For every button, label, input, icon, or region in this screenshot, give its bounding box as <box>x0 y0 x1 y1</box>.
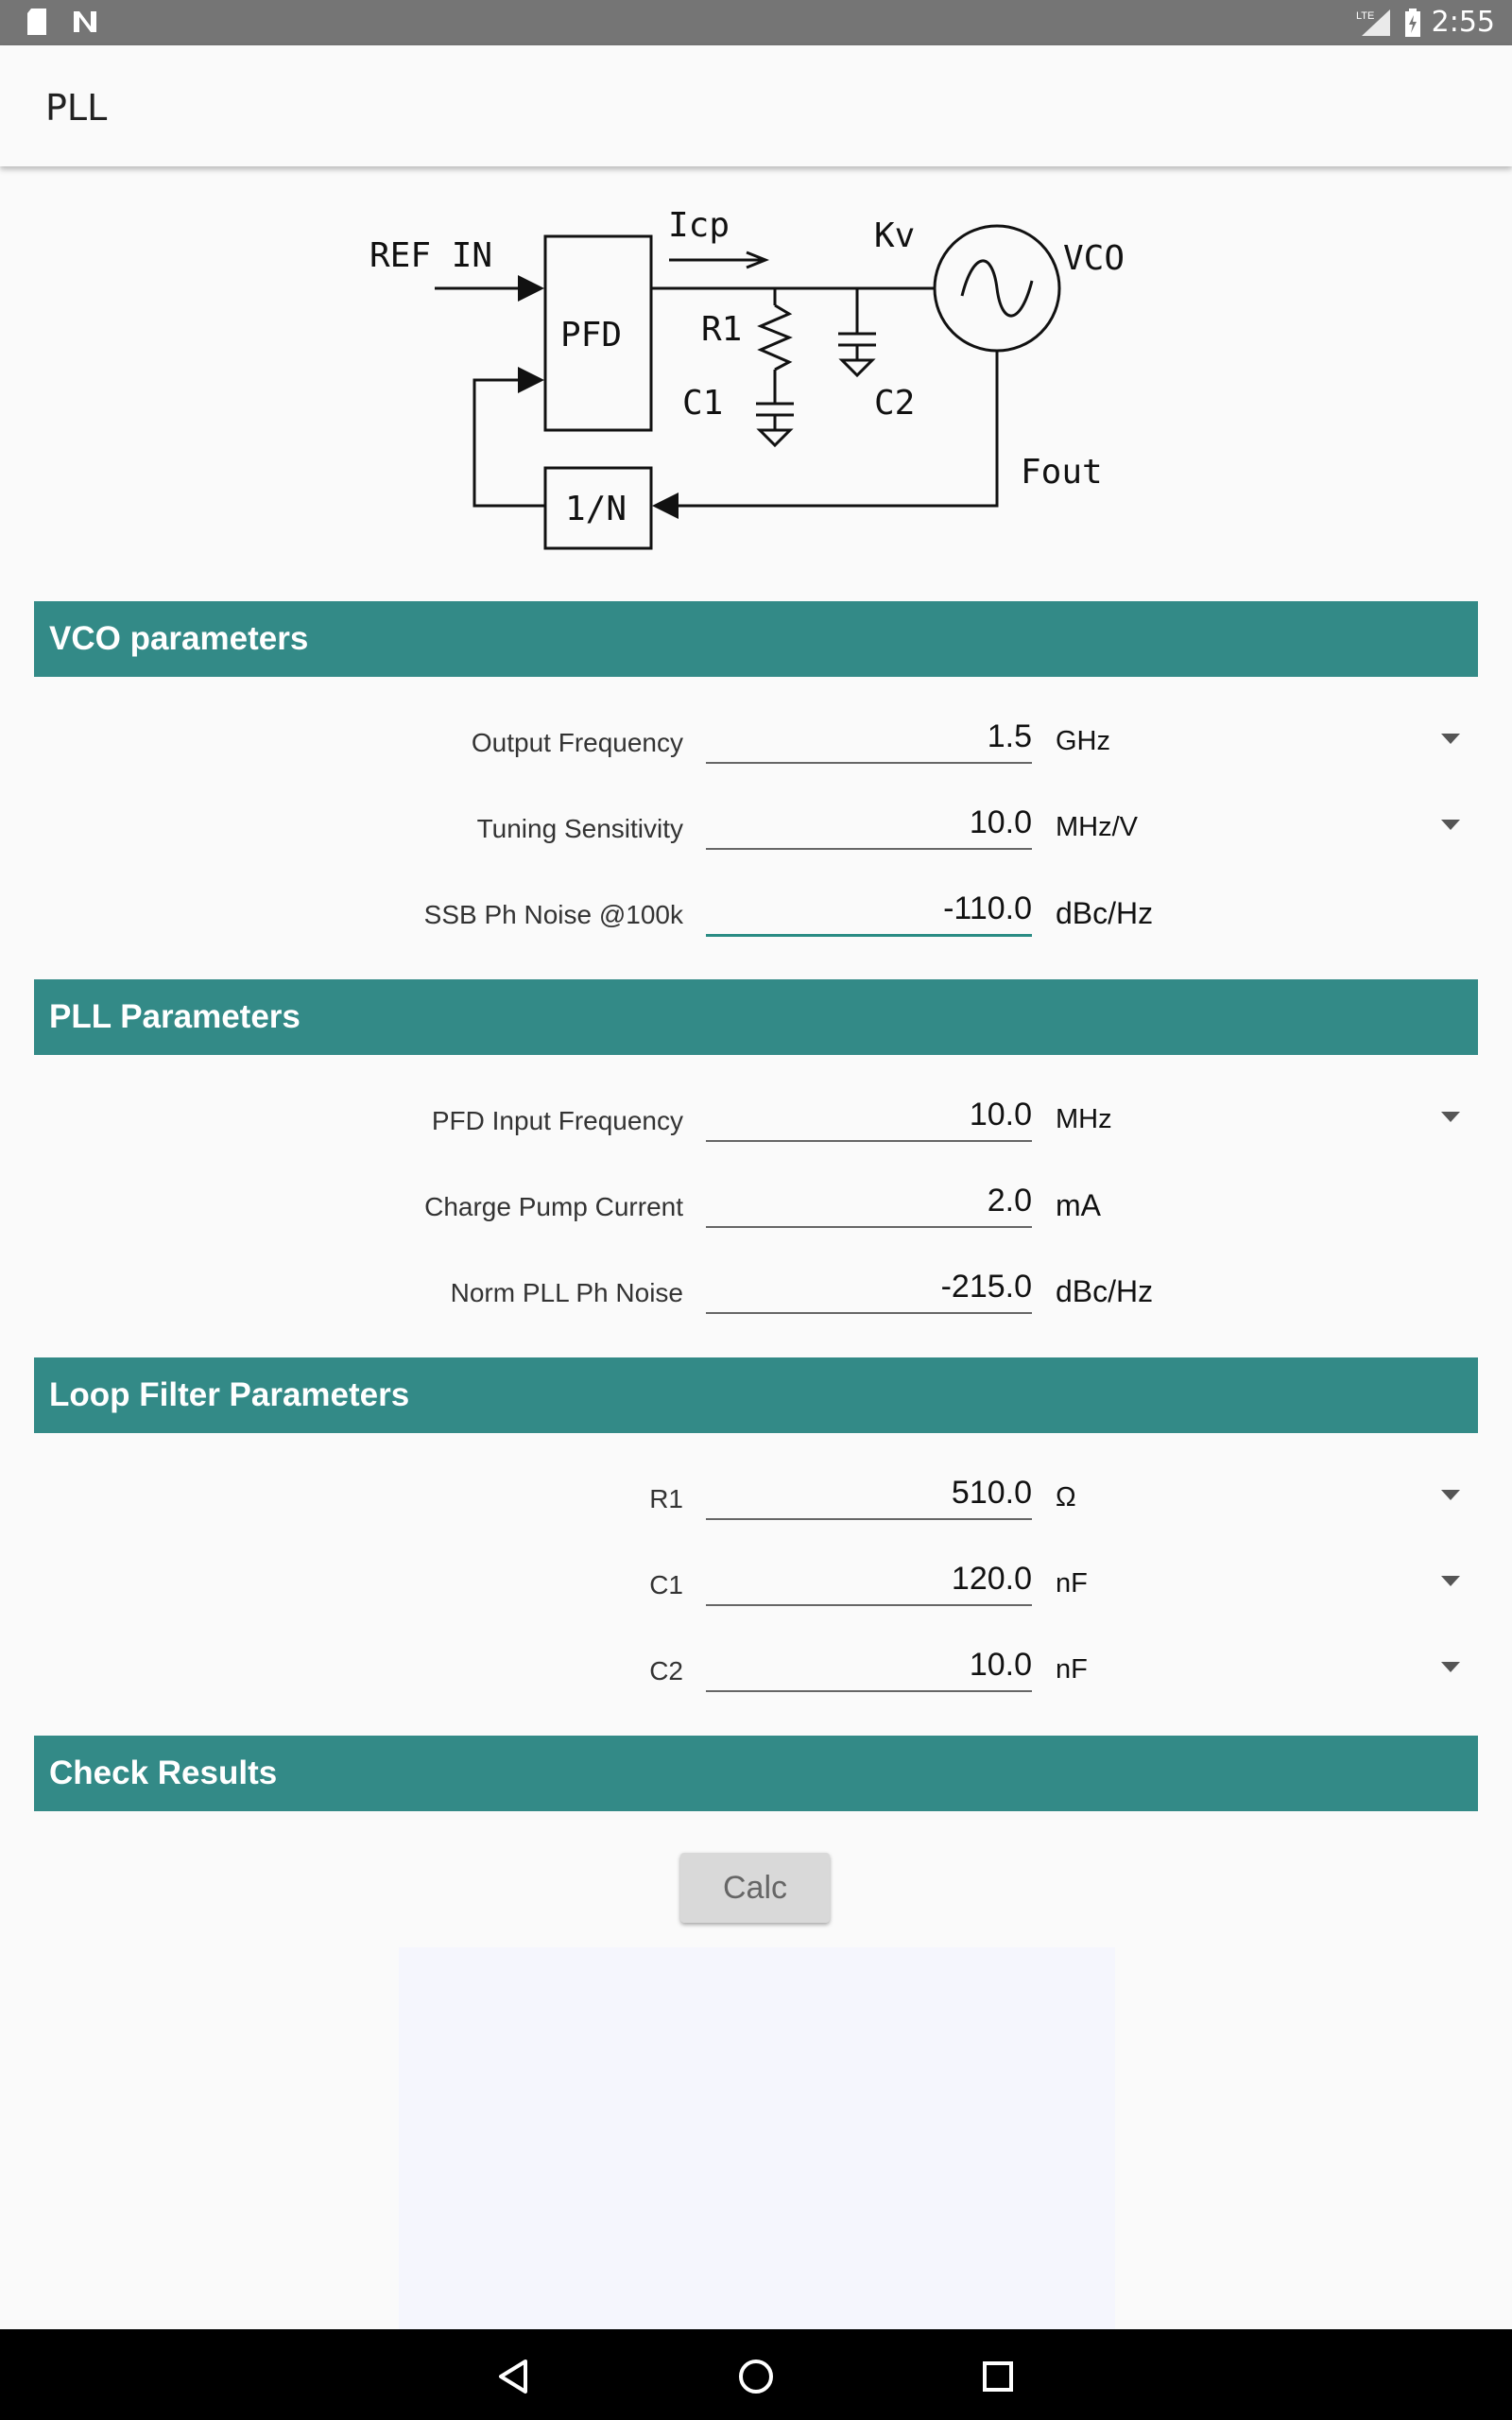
dropdown-arrow-icon[interactable] <box>1441 1662 1460 1672</box>
param-label: Tuning Sensitivity <box>476 814 683 843</box>
section-title: PLL Parameters <box>49 998 301 1035</box>
param-label: Charge Pump Current <box>424 1192 683 1221</box>
svg-text:LTE: LTE <box>1356 10 1374 22</box>
section-vco-parameters: VCO parameters <box>34 601 1478 677</box>
param-row-pfd-input-frequency: PFD Input Frequency 10.0 MHz <box>0 1087 1512 1153</box>
diagram-fout-label: Fout <box>1021 453 1103 492</box>
norm-pll-ph-noise-unit: dBc/Hz <box>1056 1274 1154 1308</box>
c2-input[interactable]: 10.0 <box>706 1637 1032 1692</box>
charge-pump-current-input[interactable]: 2.0 <box>706 1173 1032 1228</box>
tuning-sensitivity-unit-select[interactable]: MHz/V <box>1056 812 1138 843</box>
results-panel <box>399 1947 1115 2329</box>
ssb-ph-noise-unit: dBc/Hz <box>1056 896 1154 930</box>
param-label: C1 <box>649 1570 683 1599</box>
c1-input[interactable]: 120.0 <box>706 1551 1032 1606</box>
output-frequency-input[interactable]: 1.5 <box>706 709 1032 764</box>
section-title: Check Results <box>49 1754 278 1791</box>
param-row-c1: C1 120.0 nF <box>0 1551 1512 1617</box>
param-label: R1 <box>649 1484 683 1513</box>
calc-button[interactable]: Calc <box>680 1853 830 1923</box>
battery-charging-icon <box>1404 8 1420 37</box>
diagram-icp-label: Icp <box>668 206 730 245</box>
diagram-divider-label: 1/N <box>565 490 627 528</box>
ssb-ph-noise-input[interactable]: -110.0 <box>706 881 1032 937</box>
param-label: Output Frequency <box>471 728 683 757</box>
output-frequency-unit-select[interactable]: GHz <box>1056 726 1110 757</box>
app-title: PLL <box>45 87 108 129</box>
r1-input[interactable]: 510.0 <box>706 1465 1032 1520</box>
dropdown-arrow-icon[interactable] <box>1441 820 1460 830</box>
n-notification-icon <box>74 11 96 32</box>
navigation-bar <box>0 2329 1512 2420</box>
param-row-norm-pll-ph-noise: Norm PLL Ph Noise -215.0 dBc/Hz <box>0 1259 1512 1325</box>
back-icon[interactable] <box>497 2358 531 2395</box>
c1-unit-select[interactable]: nF <box>1056 1568 1088 1599</box>
recents-icon[interactable] <box>981 2360 1015 2394</box>
section-pll-parameters: PLL Parameters <box>34 979 1478 1055</box>
status-bar: LTE 2:55 <box>0 0 1512 45</box>
param-row-output-frequency: Output Frequency 1.5 GHz <box>0 709 1512 775</box>
param-row-charge-pump-current: Charge Pump Current 2.0 mA <box>0 1173 1512 1239</box>
pll-block-diagram: REF IN PFD Icp Kv VCO R1 C1 C2 1/N Fout <box>369 206 1125 550</box>
param-label: Norm PLL Ph Noise <box>450 1278 683 1307</box>
dropdown-arrow-icon[interactable] <box>1441 1576 1460 1586</box>
dropdown-arrow-icon[interactable] <box>1441 734 1460 744</box>
section-title: Loop Filter Parameters <box>49 1376 410 1413</box>
status-time: 2:55 <box>1431 6 1495 39</box>
section-check-results: Check Results <box>34 1736 1478 1811</box>
tuning-sensitivity-input[interactable]: 10.0 <box>706 795 1032 850</box>
param-label: C2 <box>649 1656 683 1685</box>
pfd-input-frequency-unit-select[interactable]: MHz <box>1056 1104 1112 1135</box>
dropdown-arrow-icon[interactable] <box>1441 1490 1460 1500</box>
norm-pll-ph-noise-input[interactable]: -215.0 <box>706 1259 1032 1314</box>
param-label: PFD Input Frequency <box>431 1106 683 1135</box>
app-bar: PLL <box>0 45 1512 166</box>
diagram-vco-label: VCO <box>1063 239 1125 278</box>
diagram-ref-in-label: REF IN <box>369 236 492 275</box>
diagram-c1-label: C1 <box>682 384 723 423</box>
diagram-r1-label: R1 <box>701 310 742 349</box>
param-row-c2: C2 10.0 nF <box>0 1637 1512 1703</box>
r1-unit-select[interactable]: Ω <box>1056 1482 1076 1513</box>
param-row-r1: R1 510.0 Ω <box>0 1465 1512 1531</box>
charge-pump-current-unit: mA <box>1056 1188 1101 1222</box>
c2-unit-select[interactable]: nF <box>1056 1654 1088 1685</box>
diagram-kv-label: Kv <box>874 216 915 255</box>
param-label: SSB Ph Noise @100k <box>423 900 683 929</box>
param-row-ssb-ph-noise: SSB Ph Noise @100k -110.0 dBc/Hz <box>0 881 1512 947</box>
dropdown-arrow-icon[interactable] <box>1441 1112 1460 1122</box>
diagram-pfd-label: PFD <box>560 316 622 354</box>
home-icon[interactable] <box>737 2358 775 2395</box>
param-row-tuning-sensitivity: Tuning Sensitivity 10.0 MHz/V <box>0 795 1512 861</box>
section-loop-filter-parameters: Loop Filter Parameters <box>34 1357 1478 1433</box>
diagram-c2-label: C2 <box>874 384 915 423</box>
section-title: VCO parameters <box>49 620 309 657</box>
sd-card-icon <box>27 9 46 35</box>
pfd-input-frequency-input[interactable]: 10.0 <box>706 1087 1032 1142</box>
lte-signal-icon: LTE <box>1356 9 1390 36</box>
